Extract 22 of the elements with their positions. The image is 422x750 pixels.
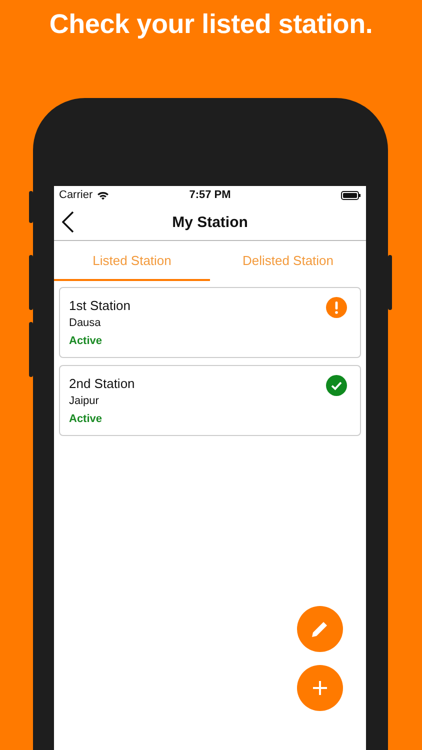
headline: Check your listed station. xyxy=(48,8,374,41)
station-city: Dausa xyxy=(69,316,102,331)
station-card[interactable]: 1st Station Dausa Active xyxy=(59,287,361,358)
warning-icon xyxy=(326,297,347,318)
wifi-icon xyxy=(96,190,109,200)
add-button[interactable] xyxy=(297,665,343,711)
back-icon xyxy=(62,211,74,233)
station-city: Jaipur xyxy=(69,394,100,409)
station-status: Active xyxy=(69,412,104,427)
battery-icon xyxy=(340,190,361,200)
station-card[interactable]: 2nd Station Jaipur Active xyxy=(59,365,361,436)
plus-icon xyxy=(312,680,328,696)
edit-button[interactable] xyxy=(297,606,343,652)
station-status: Active xyxy=(69,334,104,349)
back-button[interactable] xyxy=(62,211,74,233)
status-time: 7:57 PM xyxy=(189,189,231,201)
screen-title: My Station xyxy=(172,214,248,230)
station-name: 1st Station xyxy=(69,297,130,315)
check-icon xyxy=(326,375,347,396)
pencil-icon xyxy=(310,619,330,639)
carrier-label: Carrier xyxy=(59,189,93,201)
station-name: 2nd Station xyxy=(69,375,135,393)
